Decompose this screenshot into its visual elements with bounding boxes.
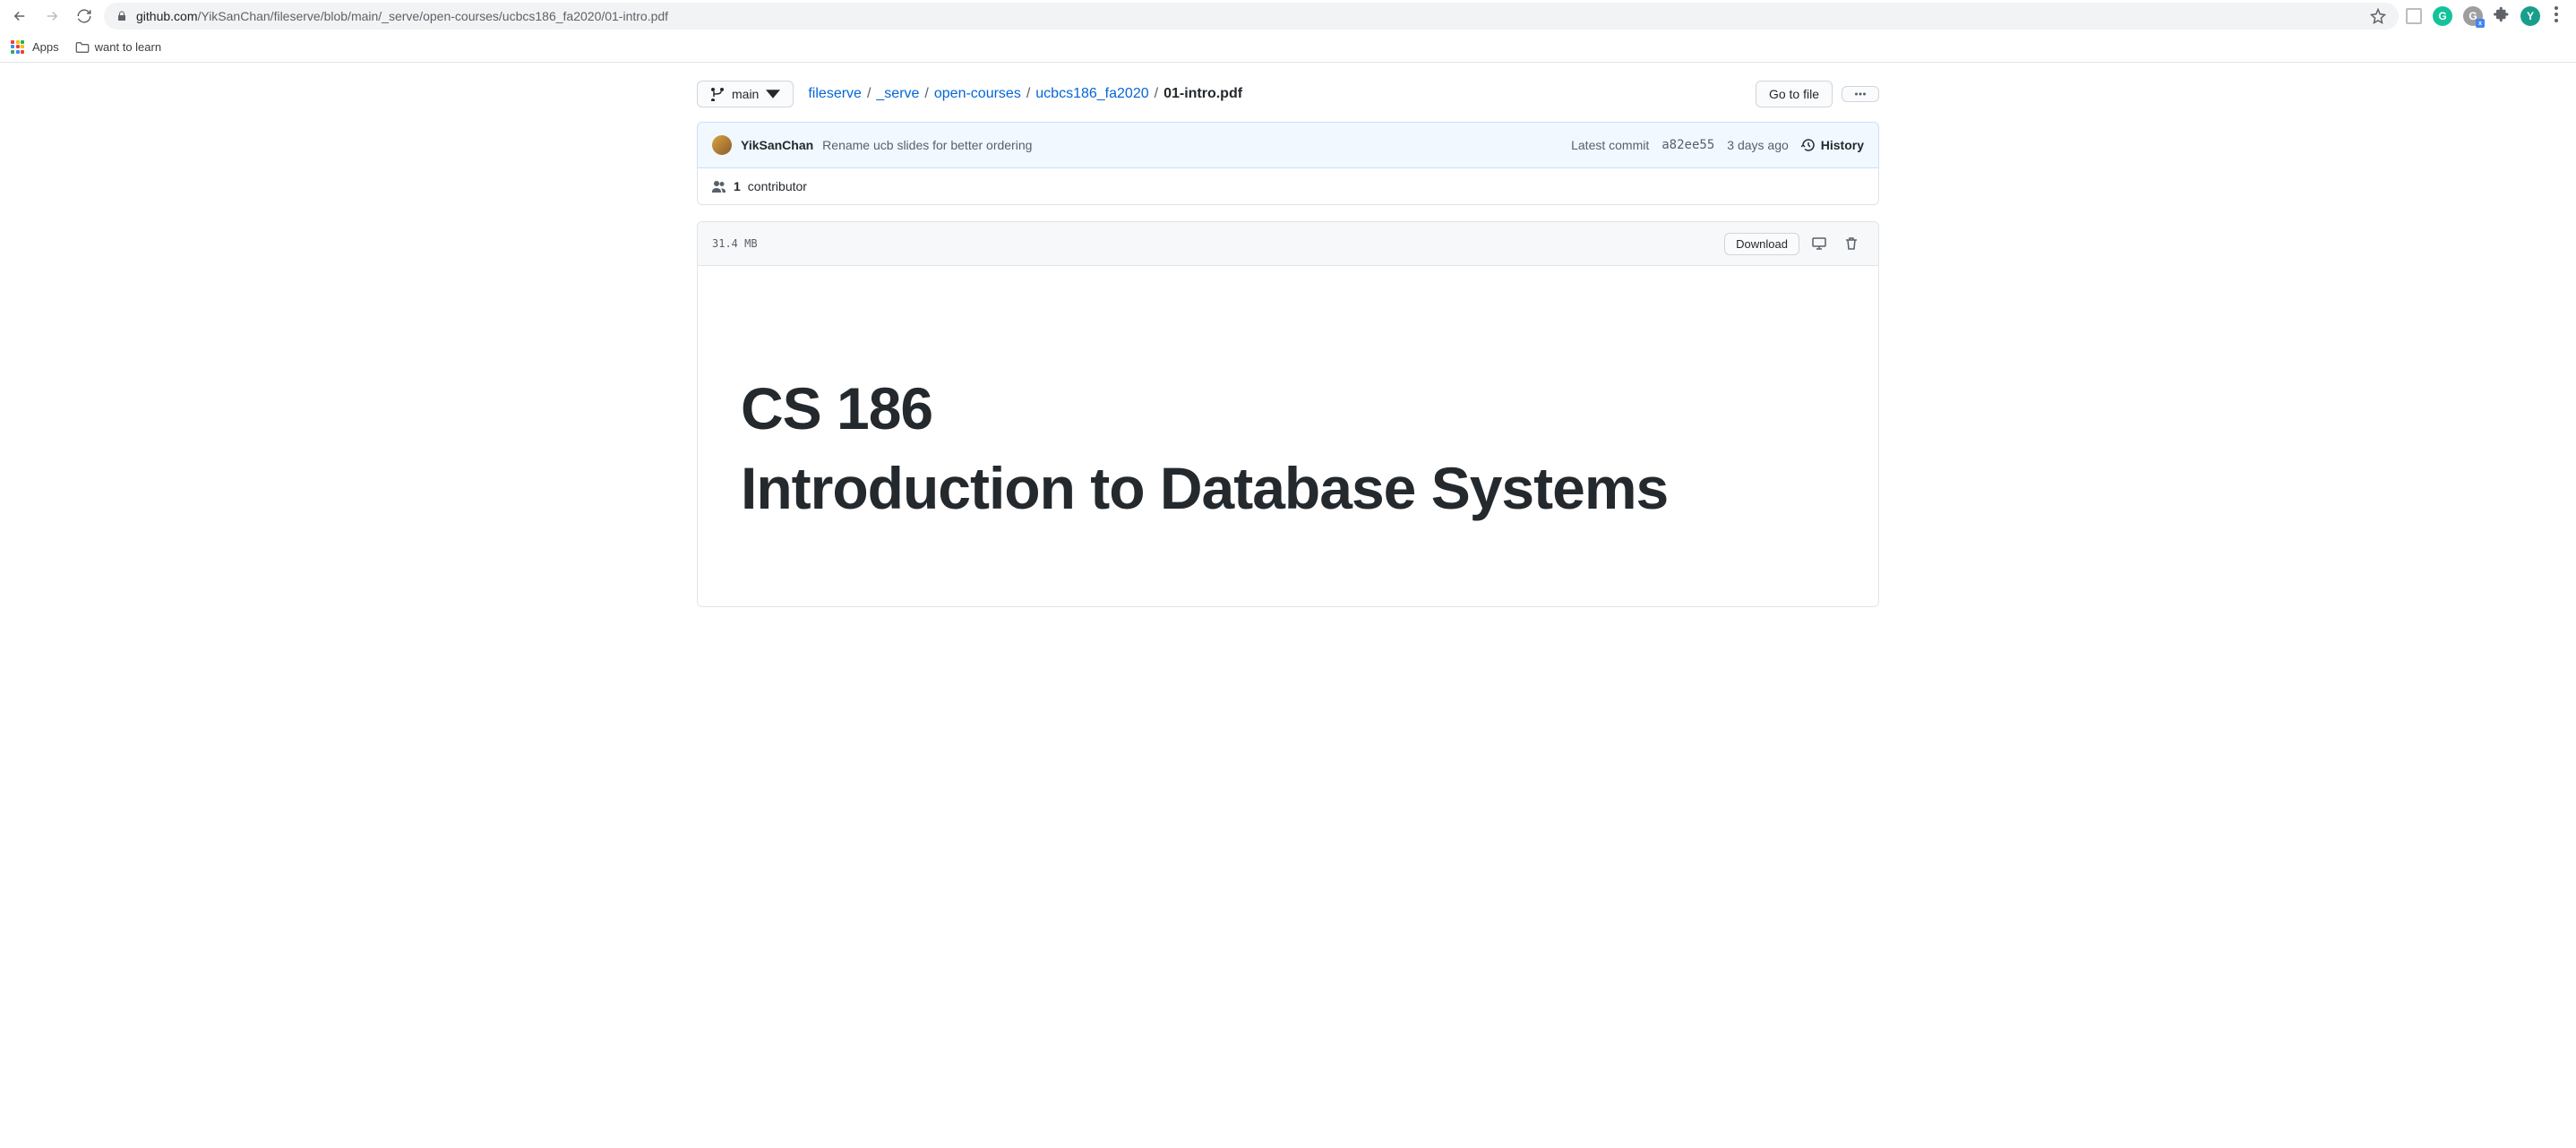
pdf-title-line1: CS 186 xyxy=(741,373,1835,444)
history-icon xyxy=(1801,138,1816,152)
history-label: History xyxy=(1821,138,1864,152)
chrome-right-icons: G Gx Y xyxy=(2406,6,2569,27)
forward-button[interactable] xyxy=(39,4,64,29)
commit-message[interactable]: Rename ucb slides for better ordering xyxy=(822,138,1032,152)
branch-name: main xyxy=(732,87,759,101)
breadcrumb-open-courses[interactable]: open-courses xyxy=(934,86,1021,102)
file-view-box: 31.4 MB Download CS 186 Introduction to … xyxy=(697,221,1879,607)
file-nav-right: Go to file xyxy=(1756,81,1879,107)
breadcrumb-sep: / xyxy=(923,86,930,102)
browser-chrome: github.com/YikSanChan/fileserve/blob/mai… xyxy=(0,0,2576,63)
contributors-box: 1 contributor xyxy=(697,168,1879,205)
breadcrumb-root[interactable]: fileserve xyxy=(808,86,862,102)
commit-author-avatar[interactable] xyxy=(712,135,732,155)
breadcrumb-sep: / xyxy=(1153,86,1160,102)
address-bar[interactable]: github.com/YikSanChan/fileserve/blob/mai… xyxy=(104,3,2399,30)
desktop-icon-button[interactable] xyxy=(1807,231,1832,256)
apps-grid-icon xyxy=(11,40,25,55)
breadcrumb-sep: / xyxy=(1025,86,1032,102)
page-content: main fileserve / _serve / open-courses /… xyxy=(697,63,1879,607)
go-to-file-button[interactable]: Go to file xyxy=(1756,81,1833,107)
bookmarks-bar: Apps want to learn xyxy=(0,32,2576,63)
file-nav-left: main fileserve / _serve / open-courses /… xyxy=(697,81,1242,107)
bookmark-star-icon[interactable] xyxy=(2370,8,2386,24)
commit-author[interactable]: YikSanChan xyxy=(741,138,813,152)
pdf-viewer[interactable]: CS 186 Introduction to Database Systems xyxy=(698,266,1878,606)
breadcrumb-sep: / xyxy=(865,86,872,102)
latest-commit-label: Latest commit xyxy=(1571,138,1649,152)
pdf-title-line2: Introduction to Database Systems xyxy=(741,453,1835,524)
commit-right: Latest commit a82ee55 3 days ago History xyxy=(1571,138,1864,152)
apps-button[interactable]: Apps xyxy=(11,40,59,55)
file-actions: Download xyxy=(1724,231,1864,256)
profile-avatar[interactable]: Y xyxy=(2520,6,2540,26)
breadcrumb-ucbcs186[interactable]: ucbcs186_fa2020 xyxy=(1035,86,1148,102)
breadcrumb-serve[interactable]: _serve xyxy=(876,86,919,102)
arrow-left-icon xyxy=(12,8,28,24)
breadcrumbs: fileserve / _serve / open-courses / ucbc… xyxy=(808,86,1242,102)
file-nav-row: main fileserve / _serve / open-courses /… xyxy=(697,73,1879,115)
browser-toolbar: github.com/YikSanChan/fileserve/blob/mai… xyxy=(0,0,2576,32)
file-header: 31.4 MB Download xyxy=(698,222,1878,266)
extension-icon-1[interactable] xyxy=(2406,8,2422,24)
extension-icon-translate[interactable]: Gx xyxy=(2463,6,2483,26)
more-options-button[interactable] xyxy=(1842,86,1879,102)
latest-commit-box: YikSanChan Rename ucb slides for better … xyxy=(697,122,1879,168)
branch-selector[interactable]: main xyxy=(697,81,794,107)
contributor-count: 1 xyxy=(734,179,741,193)
reload-button[interactable] xyxy=(72,4,97,29)
reload-icon xyxy=(76,8,92,24)
people-icon xyxy=(712,179,726,193)
folder-icon xyxy=(75,41,90,54)
arrow-right-icon xyxy=(44,8,60,24)
caret-down-icon xyxy=(766,87,780,101)
url-domain: github.com xyxy=(136,9,197,23)
url-path: /YikSanChan/fileserve/blob/main/_serve/o… xyxy=(197,9,668,23)
apps-label: Apps xyxy=(32,40,59,54)
commit-sha[interactable]: a82ee55 xyxy=(1662,138,1714,152)
commit-left: YikSanChan Rename ucb slides for better … xyxy=(712,135,1032,155)
file-size: 31.4 MB xyxy=(712,237,758,250)
bookmark-want-to-learn[interactable]: want to learn xyxy=(75,40,161,54)
kebab-horizontal-icon xyxy=(1855,92,1866,96)
extensions-button[interactable] xyxy=(2494,6,2510,27)
delete-button[interactable] xyxy=(1839,231,1864,256)
breadcrumb-current-file: 01-intro.pdf xyxy=(1163,86,1242,102)
git-branch-icon xyxy=(710,87,725,101)
desktop-icon xyxy=(1812,236,1826,251)
bookmark-label: want to learn xyxy=(95,40,161,54)
lock-icon xyxy=(116,10,127,22)
commit-time: 3 days ago xyxy=(1727,138,1789,152)
trash-icon xyxy=(1844,236,1859,251)
back-button[interactable] xyxy=(7,4,32,29)
contributor-label: contributor xyxy=(748,179,807,193)
download-button[interactable]: Download xyxy=(1724,233,1799,255)
chrome-menu-button[interactable] xyxy=(2551,6,2562,27)
history-link[interactable]: History xyxy=(1801,138,1864,152)
url-text: github.com/YikSanChan/fileserve/blob/mai… xyxy=(136,9,2363,23)
extension-icon-grammarly[interactable]: G xyxy=(2433,6,2452,26)
